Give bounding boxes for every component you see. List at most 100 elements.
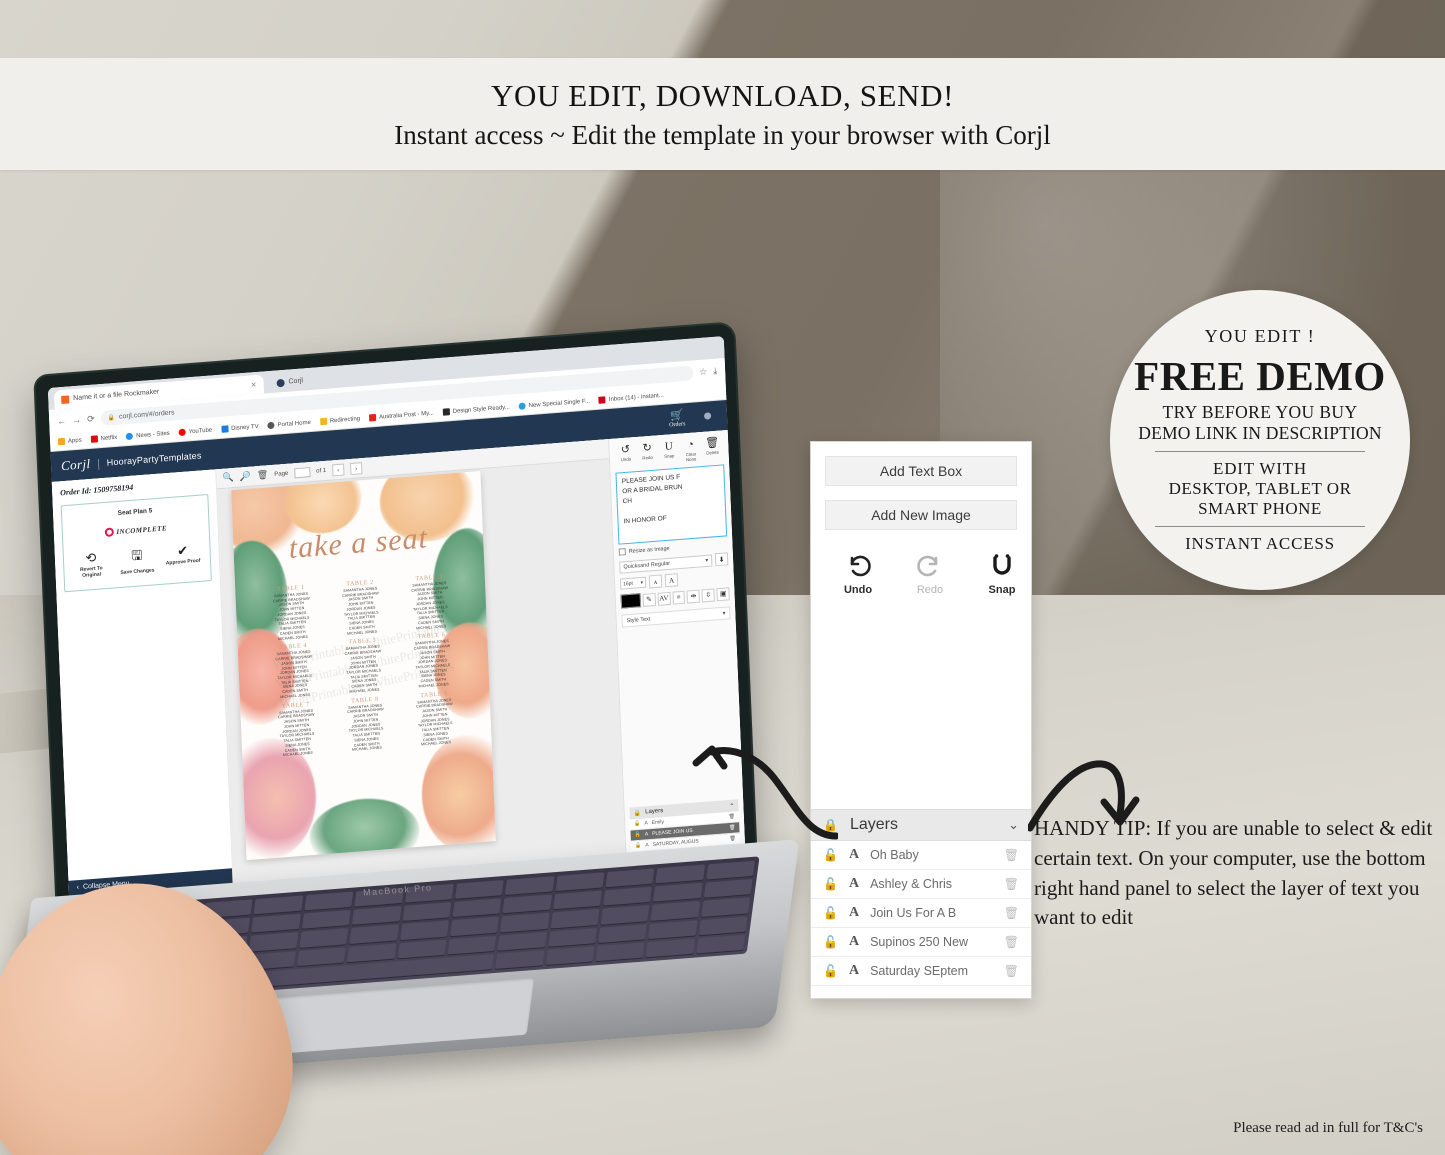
undo-button[interactable]: ↺ Undo: [615, 444, 636, 468]
save-changes-button[interactable]: 🖫 Save Changes: [118, 545, 155, 577]
text-color-swatch[interactable]: [620, 593, 641, 609]
layer-row[interactable]: 🔓 A Saturday SEptem 🗑: [811, 957, 1031, 986]
unlock-icon[interactable]: 🔓: [823, 935, 838, 950]
unlock-icon[interactable]: 🔓: [823, 877, 838, 892]
add-new-image-button[interactable]: Add New Image: [825, 500, 1017, 530]
back-arrow-icon[interactable]: ←: [57, 416, 66, 427]
corjl-floating-panel: Add Text Box Add New Image Undo Redo Sna…: [810, 441, 1032, 999]
text-layer-icon: A: [644, 820, 648, 827]
chevron-down-icon[interactable]: ⌄: [1008, 817, 1019, 833]
font-size-select[interactable]: 16pt ▾: [619, 576, 647, 590]
bookmark-item[interactable]: Disney TV: [221, 423, 259, 433]
order-item-card[interactable]: Seat Plan 5 INCOMPLETE ⟲ Revert To Origi…: [60, 494, 212, 593]
add-text-box-button[interactable]: Add Text Box: [825, 456, 1017, 486]
redo-button[interactable]: Redo: [907, 550, 953, 596]
panel-tool-row: Undo Redo Snap: [811, 530, 1031, 596]
bookmark-item[interactable]: Australia Post - My...: [368, 409, 434, 422]
table-column[interactable]: TABLE 2 SAMANTHA JONES CARRIE BRADSHAW JAS…: [326, 578, 395, 637]
template-canvas[interactable]: WhitePrintables WhitePrintables WhitePri…: [231, 471, 496, 861]
layer-row[interactable]: 🔓 A Oh Baby 🗑: [811, 841, 1031, 870]
style-text-accordion[interactable]: Style Text ▾: [621, 606, 731, 628]
bookmark-item[interactable]: Design Style Ready...: [442, 404, 510, 416]
clear-none-button[interactable]: ◔ Clear None: [680, 439, 701, 463]
text-content-input[interactable]: PLEASE JOIN US F OR A BRIDAL BRUN CH IN HON…: [615, 464, 728, 545]
snap-button[interactable]: U Snap: [659, 440, 680, 465]
font-upload-button[interactable]: ⬇: [714, 552, 729, 567]
layers-header[interactable]: 🔒 Layers ⌄: [811, 809, 1031, 841]
zoom-out-icon[interactable]: 🔎: [240, 471, 252, 483]
table-names: SAMANTHA JONES CARRIE BRADSHAW JASON SMITH…: [342, 586, 379, 636]
trash-icon[interactable]: 🗑: [257, 469, 269, 481]
badge-try-before: TRY BEFORE YOU BUY: [1162, 402, 1358, 422]
layer-row[interactable]: 🔓 A Join Us For A B 🗑: [811, 899, 1031, 928]
trash-icon[interactable]: 🗑: [1004, 906, 1019, 921]
laptop-layers-title: Layers: [645, 808, 664, 816]
decrease-size-button[interactable]: ᴀ: [648, 574, 663, 589]
star-icon[interactable]: ☆: [699, 366, 708, 378]
unlock-icon[interactable]: 🔓: [823, 964, 838, 979]
crop-button[interactable]: ▣: [716, 586, 730, 601]
table-column[interactable]: TABLE 3 SAMANTHA JONES CARRIE BRADSHAW JAS…: [395, 573, 464, 632]
unlock-icon[interactable]: 🔓: [823, 906, 838, 921]
table-column[interactable]: TABLE 4 SAMANTHA JONES CARRIE BRADSHAW JAS…: [260, 642, 329, 701]
forward-arrow-icon[interactable]: →: [72, 415, 81, 426]
order-card-actions: ⟲ Revert To Original 🖫 Save Changes ✔ Ap…: [68, 541, 207, 580]
close-icon[interactable]: ✕: [251, 380, 257, 388]
bookmark-item[interactable]: New Special Single F...: [518, 397, 590, 410]
bookmark-item[interactable]: YouTube: [178, 427, 213, 437]
bookmark-item[interactable]: Apps: [57, 437, 82, 446]
trash-icon[interactable]: 🗑: [1004, 848, 1019, 863]
table-names: SAMANTHA JONES CARRIE BRADSHAW JASON SMITH…: [344, 644, 382, 694]
letter-spacing-button[interactable]: AV: [657, 591, 671, 606]
font-family-select[interactable]: Quicksand Regular ▾: [619, 554, 713, 574]
bookmark-item[interactable]: Portal Home: [267, 419, 311, 430]
line-height-button[interactable]: ≡: [671, 590, 686, 605]
increase-size-button[interactable]: A: [664, 573, 679, 588]
approve-proof-button[interactable]: ✔ Approve Proof: [164, 542, 201, 574]
layer-row[interactable]: 🔓 A Supinos 250 New 🗑: [811, 928, 1031, 957]
table-list-grid: TABLE 1 SAMANTHA JONES CARRIE BRADSHAW JAS…: [257, 573, 470, 760]
unlock-icon[interactable]: 🔓: [823, 848, 838, 863]
corjl-logo[interactable]: Corjl: [61, 456, 91, 474]
download-icon[interactable]: ⤓: [713, 365, 717, 376]
snap-button[interactable]: Snap: [979, 550, 1025, 596]
bookmark-item[interactable]: Inbox (14) - instant...: [598, 392, 664, 404]
orders-button[interactable]: 🛒 Orders: [668, 405, 686, 428]
reload-icon[interactable]: ⟳: [87, 413, 95, 425]
delete-button[interactable]: 🗑 Delete: [702, 437, 723, 461]
table-column[interactable]: TABLE 9 SAMANTHA JONES CARRIE BRADSHAW JAS…: [400, 689, 469, 748]
table-column[interactable]: TABLE 7 SAMANTHA JONES CARRIE BRADSHAW JAS…: [262, 700, 331, 759]
upload-icon: ⬇: [718, 555, 725, 564]
revert-to-original-button[interactable]: ⟲ Revert To Original: [73, 549, 110, 581]
trash-icon[interactable]: 🗑: [1004, 877, 1019, 892]
align-button[interactable]: ⇹: [686, 589, 701, 604]
order-file-name: Seat Plan 5: [117, 507, 153, 518]
chevron-left-icon: ‹: [76, 884, 80, 892]
page-of-label: of 1: [316, 467, 327, 475]
table-column[interactable]: TABLE 8 SAMANTHA JONES CARRIE BRADSHAW JAS…: [331, 695, 400, 754]
resize-as-image-label: Resize as Image: [628, 545, 670, 555]
header-menu-icon[interactable]: [703, 412, 712, 420]
bookmark-item[interactable]: Netflix: [90, 434, 117, 443]
trash-icon[interactable]: 🗑: [1004, 964, 1019, 979]
next-page-button[interactable]: ›: [349, 461, 363, 475]
vertical-align-button[interactable]: ⇳: [701, 587, 716, 602]
eyedropper-button[interactable]: ✎: [642, 592, 656, 607]
line-height-icon: ≡: [676, 593, 681, 602]
page-number-input[interactable]: [294, 466, 311, 478]
layer-row[interactable]: 🔓 A Ashley & Chris 🗑: [811, 870, 1031, 899]
trash-icon[interactable]: 🗑: [1004, 935, 1019, 950]
redo-button[interactable]: ↻ Redo: [637, 442, 658, 466]
prev-page-button[interactable]: ‹: [331, 463, 345, 476]
checkbox-box: [618, 548, 626, 556]
banner-headline: YOU EDIT, DOWNLOAD, SEND!: [491, 77, 954, 113]
bookmark-item[interactable]: Redirecting: [319, 415, 361, 426]
shop-name: HoorayPartyTemplates: [106, 450, 202, 468]
table-column[interactable]: TABLE 1 SAMANTHA JONES CARRIE BRADSHAW JAS…: [257, 583, 326, 642]
badge-devices-line1: DESKTOP, TABLET OR: [1168, 479, 1352, 498]
table-column[interactable]: TABLE 5 SAMANTHA JONES CARRIE BRADSHAW JAS…: [329, 636, 398, 695]
undo-button[interactable]: Undo: [835, 550, 881, 596]
zoom-in-icon[interactable]: 🔍: [222, 472, 234, 484]
table-column[interactable]: TABLE 6 SAMANTHA JONES CARRIE BRADSHAW JAS…: [398, 631, 467, 690]
bookmark-item[interactable]: News - Sites: [126, 430, 170, 441]
